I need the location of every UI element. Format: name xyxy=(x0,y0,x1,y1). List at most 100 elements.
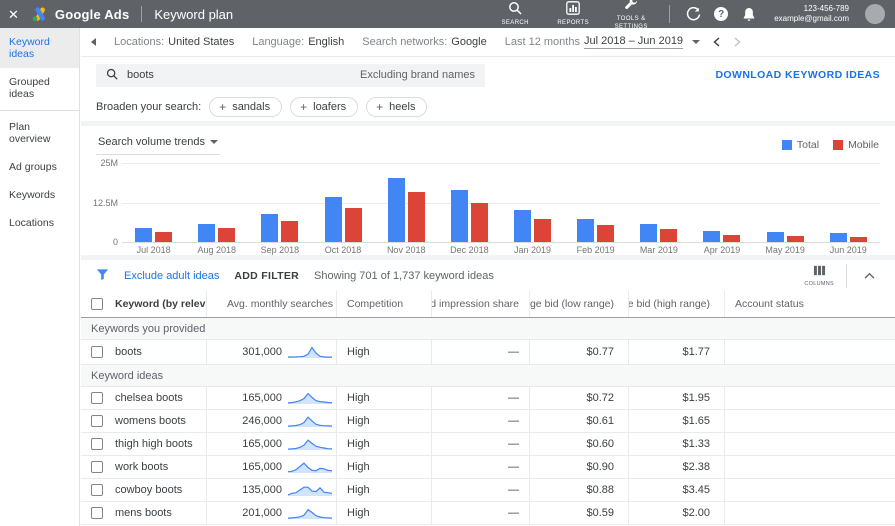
settings-bar: Locations: United States Language: Engli… xyxy=(81,28,895,57)
locations-value: United States xyxy=(168,36,235,48)
row-checkbox[interactable] xyxy=(91,346,103,358)
bar-mobile xyxy=(407,192,425,242)
gridline-zero xyxy=(122,242,880,243)
sidebar: Keyword ideas Grouped ideas Plan overview A… xyxy=(0,28,80,526)
reports-nav-label: REPORTS xyxy=(557,19,590,26)
search-trend-sparkline xyxy=(287,392,333,404)
bid-high-cell: $1.33 xyxy=(628,433,724,455)
table-header: Keyword (by relevance) ↓ Avg. monthly se… xyxy=(81,291,895,318)
row-checkbox[interactable] xyxy=(91,507,103,519)
row-checkbox[interactable] xyxy=(91,461,103,473)
refresh-icon[interactable] xyxy=(684,6,702,22)
sidebar-item-plan-overview[interactable]: Plan overview xyxy=(0,113,79,153)
account-info[interactable]: 123-456-789 example@gmail.com xyxy=(774,4,849,24)
x-axis-label: Mar 2019 xyxy=(639,245,678,255)
tools-settings-nav-button[interactable]: TOOLS & SETTINGS xyxy=(607,0,655,31)
bar-group-nov-2018 xyxy=(387,163,425,242)
column-header-bid-high[interactable]: Top of page bid (high range) xyxy=(628,291,724,317)
collapse-table-chevron[interactable] xyxy=(859,271,880,280)
table-section-label-keywords-you-provided: Keywords you provided xyxy=(81,318,895,340)
collapse-panel-icon[interactable] xyxy=(91,38,96,46)
sidebar-item-keywords[interactable]: Keywords xyxy=(0,181,79,209)
setting-locations[interactable]: Locations: United States xyxy=(114,36,234,48)
searches-value: 201,000 xyxy=(242,507,282,519)
ad-impression-share-cell: — xyxy=(431,479,529,501)
ad-impression-share-cell: — xyxy=(431,410,529,432)
bar-mobile xyxy=(723,234,741,242)
next-period-chevron[interactable] xyxy=(733,36,742,48)
sidebar-item-grouped-ideas[interactable]: Grouped ideas xyxy=(0,68,79,108)
legend-label: Mobile xyxy=(848,139,879,151)
table-row-work-boots: work boots 165,000 High — $0.90 $2.38 xyxy=(81,456,895,479)
sidebar-item-locations[interactable]: Locations xyxy=(0,209,79,237)
column-header-competition[interactable]: Competition xyxy=(336,291,431,317)
keyword-search-input[interactable]: boots Excluding brand names xyxy=(96,63,485,87)
plus-icon: + xyxy=(376,100,384,114)
search-trend-sparkline xyxy=(287,415,333,427)
ad-impression-share-cell: — xyxy=(431,340,529,364)
setting-language[interactable]: Language: English xyxy=(252,36,344,48)
bar-group-may-2019 xyxy=(766,163,804,242)
column-header-avg-monthly-searches[interactable]: Avg. monthly searches xyxy=(206,291,336,317)
exclude-adult-ideas-filter[interactable]: Exclude adult ideas xyxy=(124,270,219,282)
showing-count-text: Showing 701 of 1,737 keyword ideas xyxy=(314,269,494,282)
select-all-cell xyxy=(81,291,113,317)
row-checkbox[interactable] xyxy=(91,392,103,404)
sidebar-item-keyword-ideas[interactable]: Keyword ideas xyxy=(0,28,79,68)
table-row-thigh-high-boots: thigh high boots 165,000 High — $0.60 $1.33 xyxy=(81,433,895,456)
excluding-brand-names-note: Excluding brand names xyxy=(360,69,475,81)
searches-value: 246,000 xyxy=(242,415,282,427)
chart-area: 25M 12.5M 0 xyxy=(93,158,880,247)
bar-mobile xyxy=(155,232,173,242)
row-checkbox-cell xyxy=(81,479,113,501)
column-header-keyword[interactable]: Keyword (by relevance) ↓ xyxy=(113,291,206,317)
daterange-label: Last 12 months xyxy=(504,36,580,48)
chart-title-dropdown[interactable]: Search volume trends xyxy=(96,134,220,155)
column-header-ad-impression-share[interactable]: Ad impression share xyxy=(431,291,529,317)
bid-low-cell: $0.90 xyxy=(529,456,628,478)
brand-name: Google Ads xyxy=(54,6,130,22)
plus-icon: + xyxy=(300,100,308,114)
search-nav-button[interactable]: SEARCH xyxy=(491,1,539,27)
row-checkbox[interactable] xyxy=(91,484,103,496)
bid-low-cell: $0.77 xyxy=(529,340,628,364)
notifications-bell-icon[interactable] xyxy=(740,7,758,22)
broaden-chip-loafers[interactable]: + loafers xyxy=(290,97,359,117)
reports-nav-button[interactable]: REPORTS xyxy=(549,1,597,27)
columns-button[interactable]: COLUMNS xyxy=(804,264,834,287)
search-trend-sparkline xyxy=(287,461,333,473)
broaden-chip-heels[interactable]: + heels xyxy=(366,97,428,117)
select-all-checkbox[interactable] xyxy=(91,298,103,310)
avg-monthly-searches-cell: 301,000 xyxy=(206,340,336,364)
keyword-search-row: boots Excluding brand names DOWNLOAD KEY… xyxy=(81,57,895,93)
row-checkbox[interactable] xyxy=(91,415,103,427)
column-header-bid-low[interactable]: Top of page bid (low range) xyxy=(529,291,628,317)
close-icon[interactable]: ✕ xyxy=(8,8,19,21)
search-icon xyxy=(508,1,522,18)
x-axis-labels: Jul 2018 Aug 2018 Sep 2018 Oct 2018 Nov 2018… xyxy=(122,245,880,255)
columns-label: COLUMNS xyxy=(804,281,834,287)
setting-date-range[interactable]: Last 12 months Jul 2018 – Jun 2019 xyxy=(504,35,701,49)
bid-high-cell: $1.95 xyxy=(628,387,724,409)
previous-period-chevron[interactable] xyxy=(712,36,721,48)
row-checkbox[interactable] xyxy=(91,438,103,450)
legend-item-total: Total xyxy=(781,139,819,151)
competition-cell: High xyxy=(336,387,431,409)
search-nav-label: SEARCH xyxy=(501,19,529,26)
language-label: Language: xyxy=(252,36,305,48)
legend-item-mobile: Mobile xyxy=(833,139,879,151)
add-filter-button[interactable]: ADD FILTER xyxy=(234,270,299,282)
column-header-account-status[interactable]: Account status xyxy=(724,291,895,317)
avg-monthly-searches-cell: 165,000 xyxy=(206,433,336,455)
broaden-chip-sandals[interactable]: + sandals xyxy=(209,97,283,117)
x-axis-label: Dec 2018 xyxy=(450,245,489,255)
language-value: English xyxy=(308,36,345,48)
bar-mobile xyxy=(849,236,867,242)
avatar[interactable] xyxy=(865,4,885,24)
help-icon[interactable]: ? xyxy=(712,7,730,21)
setting-search-networks[interactable]: Search networks: Google xyxy=(362,36,486,48)
avg-monthly-searches-cell: 165,000 xyxy=(206,456,336,478)
download-keyword-ideas-button[interactable]: DOWNLOAD KEYWORD IDEAS xyxy=(715,69,880,81)
sidebar-item-ad-groups[interactable]: Ad groups xyxy=(0,153,79,181)
wrench-icon xyxy=(624,0,638,14)
